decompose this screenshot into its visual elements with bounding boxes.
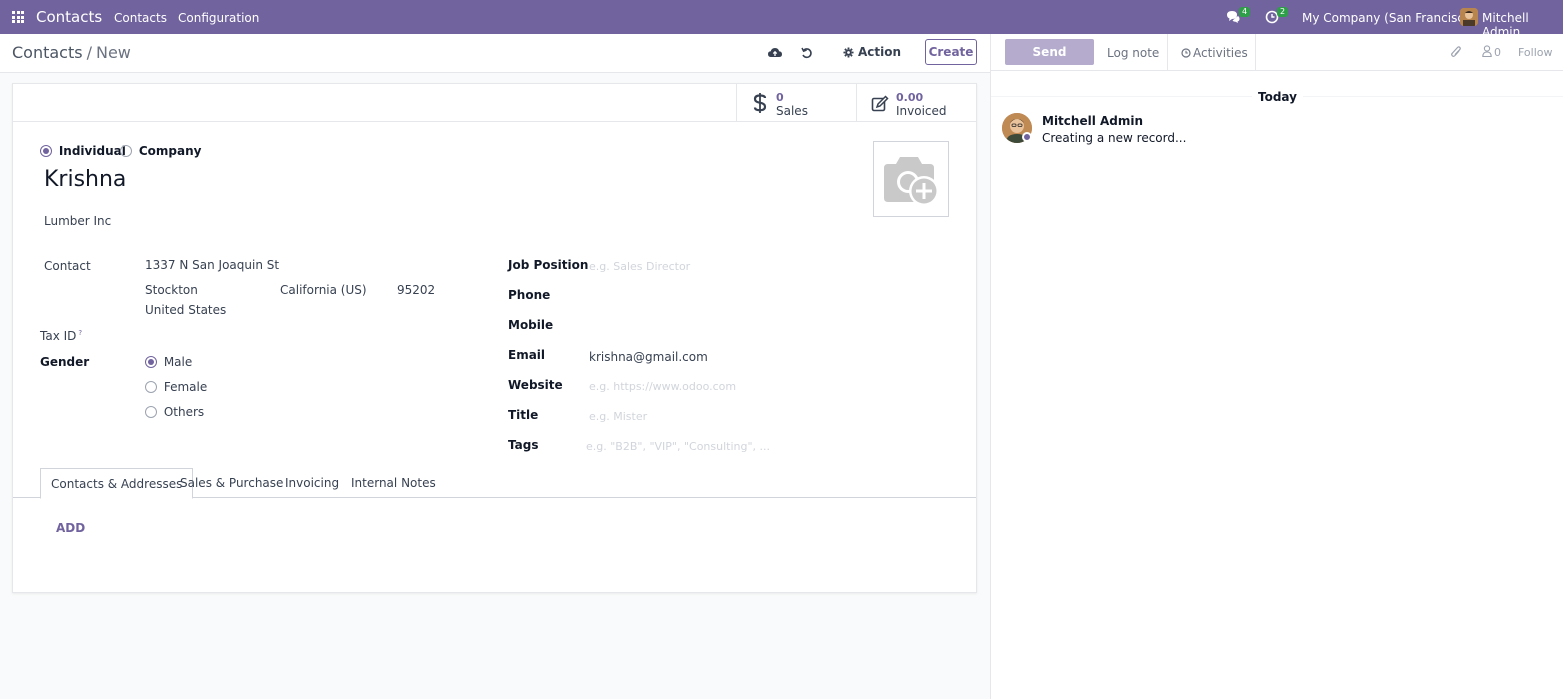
- edit-icon: [871, 94, 889, 118]
- mobile-input[interactable]: [589, 316, 789, 332]
- email-label: Email: [508, 348, 546, 362]
- breadcrumb-current: New: [95, 43, 131, 62]
- save-cloud-icon[interactable]: [767, 45, 783, 61]
- app-brand[interactable]: Contacts: [36, 8, 102, 26]
- tab-internal-notes[interactable]: Internal Notes: [351, 468, 436, 498]
- gender-female-label: Female: [163, 380, 208, 394]
- gender-label: Gender: [40, 355, 90, 369]
- title-label: Title: [508, 408, 539, 422]
- gender-male-radio[interactable]: Male: [145, 355, 192, 369]
- action-button[interactable]: Action: [843, 45, 901, 59]
- gender-male-label: Male: [163, 355, 193, 369]
- sales-smart-button[interactable]: 0 Sales: [736, 84, 857, 121]
- mobile-label: Mobile: [508, 318, 554, 332]
- tags-label: Tags: [508, 438, 539, 452]
- type-company-label: Company: [138, 144, 202, 158]
- followers-count[interactable]: 0: [1494, 46, 1501, 59]
- breadcrumb: Contacts / New: [12, 43, 131, 62]
- message-author[interactable]: Mitchell Admin: [1042, 114, 1143, 128]
- gender-female-radio[interactable]: Female: [145, 380, 207, 394]
- website-label: Website: [508, 378, 563, 392]
- create-button[interactable]: Create: [925, 39, 977, 65]
- phone-input[interactable]: [589, 286, 789, 302]
- paperclip-icon[interactable]: [1450, 45, 1462, 62]
- message-body: Creating a new record...: [1042, 131, 1187, 145]
- company-switcher[interactable]: My Company (San Francisco): [1302, 11, 1476, 25]
- website-input[interactable]: e.g. https://www.odoo.com: [589, 380, 736, 393]
- invoiced-smart-button[interactable]: 0.00 Invoiced: [856, 84, 977, 121]
- action-label: Action: [858, 45, 902, 59]
- online-status-dot: [1022, 132, 1032, 142]
- gender-others-label: Others: [163, 405, 205, 419]
- city-field[interactable]: Stockton: [145, 283, 198, 297]
- camera-add-icon: [884, 157, 939, 206]
- state-field[interactable]: California (US): [280, 283, 367, 297]
- email-input[interactable]: krishna@gmail.com: [589, 350, 708, 364]
- avatar-upload[interactable]: [873, 141, 949, 217]
- company-name-value[interactable]: Lumber Inc: [44, 214, 111, 228]
- type-individual-label: Individual: [58, 144, 126, 158]
- title-input[interactable]: e.g. Mister: [589, 410, 647, 423]
- radio-unchecked: [145, 406, 157, 418]
- sales-label: Sales: [776, 104, 808, 118]
- invoiced-value: 0.00: [896, 91, 924, 104]
- activities-label: Activities: [1193, 46, 1248, 60]
- type-company-radio[interactable]: Company: [120, 144, 201, 158]
- contact-label: Contact: [44, 259, 91, 273]
- tax-id-label: Tax ID?: [40, 329, 82, 343]
- name-field[interactable]: Krishna: [44, 167, 126, 192]
- activities-button[interactable]: Activities: [1168, 34, 1256, 71]
- gender-others-radio[interactable]: Others: [145, 405, 204, 419]
- date-separator-label: Today: [1252, 90, 1303, 104]
- breadcrumb-separator: /: [86, 43, 92, 62]
- job-position-input[interactable]: e.g. Sales Director: [589, 260, 690, 273]
- breadcrumb-parent[interactable]: Contacts: [12, 43, 83, 62]
- date-separator: Today: [991, 90, 1563, 104]
- invoiced-label: Invoiced: [896, 104, 947, 118]
- messages-icon[interactable]: [1226, 10, 1240, 24]
- follow-button[interactable]: Follow: [1518, 46, 1553, 59]
- smart-button-box: 0 Sales 0.00 Invoiced: [13, 84, 976, 122]
- activities-badge: 2: [1277, 7, 1289, 17]
- chatter-topbar: Send message Log note Activities 0 Follo…: [991, 34, 1563, 85]
- activities-clock-icon: [1181, 47, 1191, 61]
- followers-user-icon[interactable]: [1482, 45, 1492, 60]
- tab-sales-purchase[interactable]: Sales & Purchase: [180, 468, 283, 498]
- chatter-panel: Send message Log note Activities 0 Follo…: [990, 34, 1563, 699]
- radio-unchecked: [145, 381, 157, 393]
- phone-label: Phone: [508, 288, 551, 302]
- zip-field[interactable]: 95202: [397, 283, 435, 297]
- add-contact-button[interactable]: ADD: [56, 521, 85, 535]
- discard-undo-icon[interactable]: [799, 45, 815, 61]
- tab-invoicing[interactable]: Invoicing: [285, 468, 339, 498]
- menu-configuration[interactable]: Configuration: [178, 11, 259, 25]
- radio-unchecked: [120, 145, 132, 157]
- control-panel: Contacts / New Action Create: [0, 34, 990, 73]
- tags-input[interactable]: e.g. "B2B", "VIP", "Consulting", ...: [586, 440, 770, 453]
- user-avatar[interactable]: [1460, 8, 1478, 26]
- menu-contacts[interactable]: Contacts: [114, 11, 167, 25]
- top-navbar: Contacts Contacts Configuration 4 2 My C…: [0, 0, 1563, 39]
- sales-value: 0: [776, 91, 784, 104]
- send-message-button[interactable]: Send message: [1005, 39, 1094, 85]
- radio-checked: [145, 356, 157, 368]
- log-note-label: Log note: [1107, 46, 1160, 60]
- street-field[interactable]: 1337 N San Joaquin St: [145, 258, 279, 272]
- notebook-tabs: Contacts & Addresses Sales & Purchase In…: [13, 468, 976, 499]
- country-field[interactable]: United States: [145, 303, 226, 317]
- job-position-label: Job Position: [508, 258, 589, 272]
- gear-icon: [843, 46, 854, 58]
- apps-grid-icon[interactable]: [12, 11, 24, 23]
- tax-id-label-text: Tax ID: [40, 329, 77, 343]
- radio-checked: [40, 145, 52, 157]
- help-tooltip-icon[interactable]: ?: [78, 329, 82, 337]
- messages-badge: 4: [1239, 7, 1251, 17]
- dollar-icon: [753, 92, 767, 119]
- type-individual-radio[interactable]: Individual: [40, 144, 126, 158]
- log-note-button[interactable]: Log note: [1094, 34, 1168, 71]
- company-name-field: Lumber Inc: [44, 214, 111, 228]
- tab-contacts-addresses[interactable]: Contacts & Addresses: [40, 468, 194, 499]
- form-sheet: 0 Sales 0.00 Invoiced Individual Company…: [12, 83, 977, 593]
